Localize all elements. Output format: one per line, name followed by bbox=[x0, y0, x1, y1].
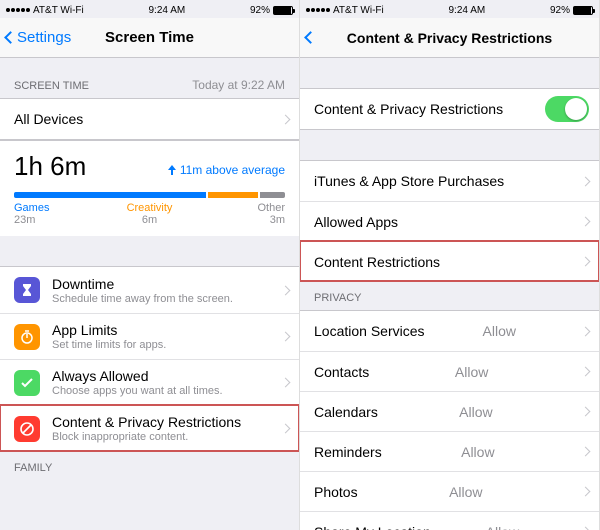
category: Creativity6m bbox=[104, 202, 194, 226]
signal-icon bbox=[306, 8, 330, 12]
chevron-right-icon bbox=[281, 424, 291, 434]
toggle-switch[interactable] bbox=[545, 96, 589, 122]
battery-icon bbox=[273, 6, 293, 15]
settings-row-timer[interactable]: App LimitsSet time limits for apps. bbox=[0, 313, 299, 359]
screen-time-phone: AT&T Wi-Fi 9:24 AM 92% Settings Screen T… bbox=[0, 0, 300, 530]
chevron-right-icon bbox=[581, 407, 591, 417]
chevron-right-icon bbox=[581, 487, 591, 497]
privacy-row[interactable]: Location ServicesAllow bbox=[300, 311, 599, 351]
screen-time-section-header: SCREEN TIME Today at 9:22 AM bbox=[0, 58, 299, 98]
page-title: Content & Privacy Restrictions bbox=[300, 30, 599, 46]
privacy-row[interactable]: ContactsAllow bbox=[300, 351, 599, 391]
usage-bar bbox=[14, 192, 285, 198]
chevron-right-icon bbox=[281, 114, 291, 124]
timestamp: Today at 9:22 AM bbox=[192, 78, 285, 92]
usage-summary[interactable]: 1h 6m 11m above average Games23mCreativi… bbox=[0, 140, 299, 236]
category: Other3m bbox=[195, 202, 285, 226]
back-label: Settings bbox=[17, 29, 71, 46]
back-button[interactable] bbox=[306, 33, 315, 42]
chevron-left-icon bbox=[4, 31, 17, 44]
signal-icon bbox=[6, 8, 30, 12]
above-average-label: 11m above average bbox=[167, 163, 285, 177]
restrictions-row[interactable]: iTunes & App Store Purchases bbox=[300, 161, 599, 201]
restrictions-row[interactable]: Content Restrictions bbox=[300, 241, 599, 281]
chevron-right-icon bbox=[581, 326, 591, 336]
chevron-right-icon bbox=[581, 447, 591, 457]
chevron-right-icon bbox=[581, 257, 591, 267]
arrow-up-icon bbox=[167, 165, 177, 175]
clock: 9:24 AM bbox=[149, 5, 186, 16]
privacy-row[interactable]: PhotosAllow bbox=[300, 471, 599, 511]
restrictions-toggle-row[interactable]: Content & Privacy Restrictions bbox=[300, 89, 599, 129]
settings-row-check[interactable]: Always AllowedChoose apps you want at al… bbox=[0, 359, 299, 405]
nav-bar: Content & Privacy Restrictions bbox=[300, 18, 599, 58]
all-devices-row[interactable]: All Devices bbox=[0, 99, 299, 139]
bar-segment bbox=[260, 192, 285, 198]
status-bar: AT&T Wi-Fi 9:24 AM 92% bbox=[300, 0, 599, 18]
family-section-header: FAMILY bbox=[0, 452, 299, 480]
chevron-right-icon bbox=[581, 527, 591, 530]
check-icon bbox=[14, 370, 40, 396]
restrictions-phone: AT&T Wi-Fi 9:24 AM 92% Content & Privacy… bbox=[300, 0, 600, 530]
chevron-right-icon bbox=[581, 217, 591, 227]
bar-segment bbox=[208, 192, 258, 198]
restrictions-row[interactable]: Allowed Apps bbox=[300, 201, 599, 241]
chevron-right-icon bbox=[581, 176, 591, 186]
chevron-right-icon bbox=[581, 367, 591, 377]
battery-pct: 92% bbox=[250, 5, 270, 16]
privacy-row[interactable]: Share My LocationAllow bbox=[300, 511, 599, 530]
battery-icon bbox=[573, 6, 593, 15]
settings-row-nosign[interactable]: Content & Privacy RestrictionsBlock inap… bbox=[0, 405, 299, 451]
bar-segment bbox=[14, 192, 206, 198]
category: Games23m bbox=[14, 202, 104, 226]
total-time: 1h 6m bbox=[14, 151, 86, 182]
battery-pct: 92% bbox=[550, 5, 570, 16]
privacy-row[interactable]: RemindersAllow bbox=[300, 431, 599, 471]
privacy-row[interactable]: CalendarsAllow bbox=[300, 391, 599, 431]
settings-row-hourglass[interactable]: DowntimeSchedule time away from the scre… bbox=[0, 267, 299, 313]
chevron-right-icon bbox=[281, 285, 291, 295]
chevron-left-icon bbox=[304, 31, 317, 44]
clock: 9:24 AM bbox=[449, 5, 486, 16]
back-button[interactable]: Settings bbox=[6, 29, 71, 46]
hourglass-icon bbox=[14, 277, 40, 303]
privacy-section-header: PRIVACY bbox=[300, 282, 599, 310]
status-bar: AT&T Wi-Fi 9:24 AM 92% bbox=[0, 0, 299, 18]
nav-bar: Settings Screen Time bbox=[0, 18, 299, 58]
timer-icon bbox=[14, 324, 40, 350]
chevron-right-icon bbox=[281, 378, 291, 388]
carrier-label: AT&T Wi-Fi bbox=[33, 5, 84, 16]
chevron-right-icon bbox=[281, 332, 291, 342]
carrier-label: AT&T Wi-Fi bbox=[333, 5, 384, 16]
nosign-icon bbox=[14, 416, 40, 442]
